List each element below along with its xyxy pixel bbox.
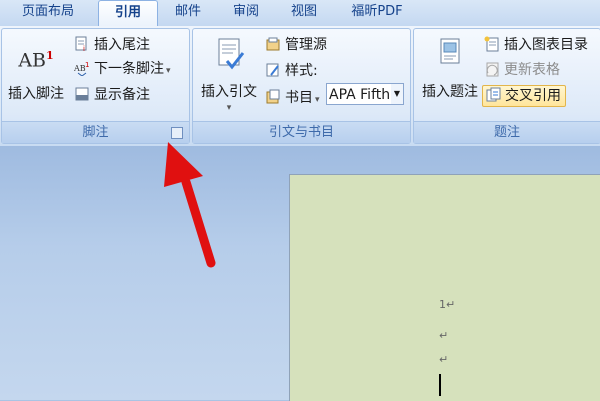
chevron-down-icon[interactable]: ▾ <box>315 95 320 105</box>
update-table-button[interactable]: 更新表格 <box>484 60 560 80</box>
chevron-down-icon[interactable]: ▾ <box>166 66 171 76</box>
citations-group-label: 引文与书目 <box>193 121 410 143</box>
footnotes-group: AB1 插入脚注 i 插入尾注 AB 1 下一条脚注 ▾ 显示备注 脚注 <box>1 28 190 144</box>
ribbon: AB1 插入脚注 i 插入尾注 AB 1 下一条脚注 ▾ 显示备注 脚注 插入引… <box>0 26 600 147</box>
insert-caption-icon <box>416 37 484 71</box>
table-of-figures-icon <box>484 36 500 52</box>
show-notes-icon <box>74 86 90 102</box>
footnotes-group-label: 脚注 <box>2 121 189 143</box>
chevron-down-icon: ▼ <box>391 84 403 104</box>
footnote-dialog-launcher-icon[interactable] <box>171 127 183 139</box>
next-footnote-label: 下一条脚注 <box>94 61 164 77</box>
tab-page-layout[interactable]: 页面布局 <box>10 0 86 26</box>
insert-citation-icon <box>195 33 263 77</box>
citation-style-select[interactable]: APA Fifth ▼ <box>326 83 404 105</box>
cross-reference-icon <box>485 87 501 103</box>
insert-citation-button[interactable]: 插入引文 ▾ <box>195 33 263 119</box>
insert-footnote-label: 插入脚注 <box>8 86 64 102</box>
tab-references[interactable]: 引用 <box>98 0 158 27</box>
show-notes-button[interactable]: 显示备注 <box>74 85 150 105</box>
update-table-icon <box>484 61 500 77</box>
style-label-row: 样式: <box>265 61 318 81</box>
text-cursor <box>439 374 441 396</box>
tab-foxit-pdf[interactable]: 福昕PDF <box>342 0 412 26</box>
style-label: 样式: <box>285 63 318 79</box>
bibliography-icon <box>265 89 281 105</box>
update-table-label: 更新表格 <box>504 62 560 78</box>
svg-text:AB: AB <box>74 64 86 73</box>
endnote-icon: i <box>74 36 90 53</box>
paragraph-mark: ↵ <box>439 329 449 342</box>
next-footnote-button[interactable]: AB 1 下一条脚注 ▾ <box>73 59 171 79</box>
ab-footnote-icon: AB1 <box>18 49 54 72</box>
bibliography-button[interactable]: 书目 ▾ <box>265 88 320 108</box>
insert-footnote-button[interactable]: AB1 插入脚注 <box>4 39 68 119</box>
paragraph-mark: ↵ <box>439 353 449 366</box>
cross-reference-button[interactable]: 交叉引用 <box>482 85 566 107</box>
bibliography-label: 书目 <box>285 90 313 106</box>
footnote-mark-line: 1↵ <box>439 298 456 311</box>
next-footnote-icon: AB 1 <box>73 60 90 77</box>
ribbon-tab-bar: 页面布局 引用 邮件 审阅 视图 福昕PDF <box>0 0 600 27</box>
cross-reference-label: 交叉引用 <box>505 88 561 104</box>
tab-view[interactable]: 视图 <box>280 0 328 26</box>
insert-caption-button[interactable]: 插入题注 <box>416 37 484 117</box>
document-page[interactable] <box>289 174 600 401</box>
insert-endnote-button[interactable]: i 插入尾注 <box>74 35 150 55</box>
chevron-down-icon: ▾ <box>226 103 232 113</box>
insert-table-of-figures-label: 插入图表目录 <box>504 37 588 53</box>
tab-review[interactable]: 审阅 <box>222 0 270 26</box>
manage-sources-icon <box>265 36 281 52</box>
manage-sources-label: 管理源 <box>285 37 327 53</box>
svg-text:i: i <box>83 45 85 52</box>
captions-group: 插入题注 插入图表目录 更新表格 交叉引用 题注 <box>413 28 600 144</box>
citation-style-value: APA Fifth <box>329 87 391 103</box>
tab-mailings[interactable]: 邮件 <box>164 0 212 26</box>
insert-caption-label: 插入题注 <box>422 84 478 100</box>
insert-citation-label: 插入引文 <box>201 84 257 100</box>
insert-endnote-label: 插入尾注 <box>94 37 150 53</box>
manage-sources-button[interactable]: 管理源 <box>265 35 327 55</box>
insert-table-of-figures-button[interactable]: 插入图表目录 <box>484 35 588 55</box>
show-notes-label: 显示备注 <box>94 87 150 103</box>
style-icon <box>265 62 281 78</box>
captions-group-label: 题注 <box>414 121 600 143</box>
svg-text:1: 1 <box>85 61 89 69</box>
